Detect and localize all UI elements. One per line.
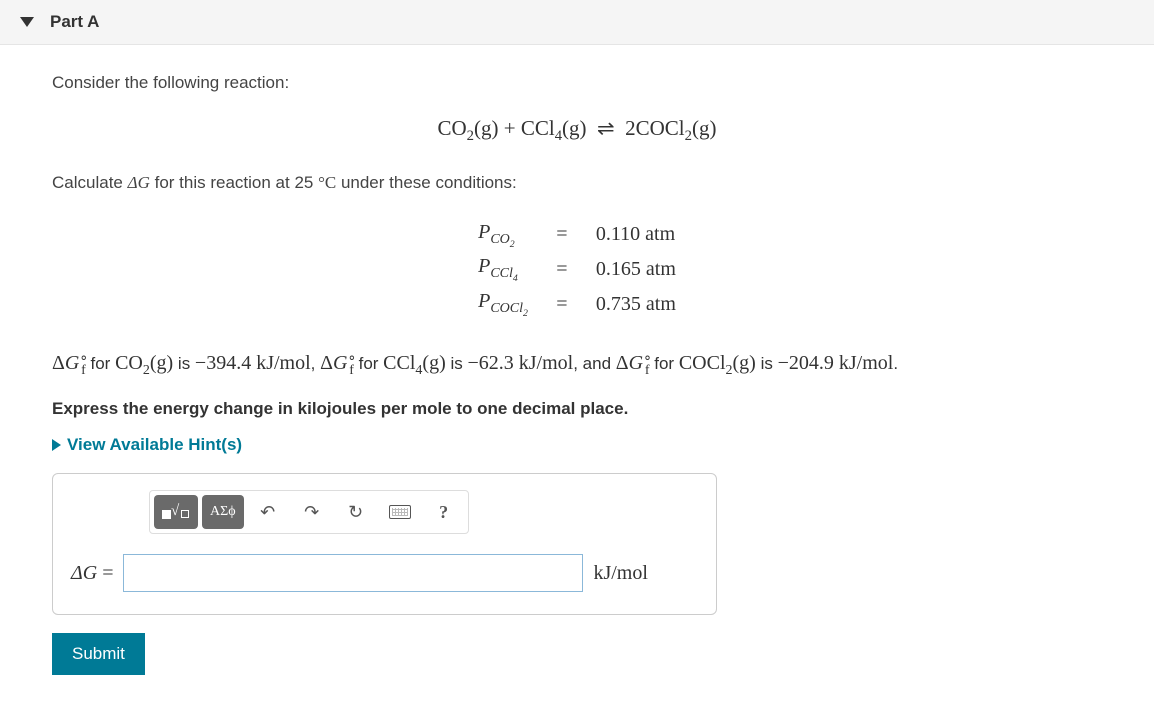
calc-line: Calculate ΔG for this reaction at 25 °C … <box>52 169 1102 196</box>
submit-button[interactable]: Submit <box>52 633 145 675</box>
answer-label: ΔG = <box>71 562 113 585</box>
gibbs-v3: −204.9 kJ/mol <box>778 352 894 374</box>
t: is <box>756 354 778 373</box>
answer-box: √ ΑΣϕ ↶ ↷ ↻ ? ΔG = kJ/mol <box>52 473 717 615</box>
keyboard-button[interactable] <box>380 495 420 529</box>
calc-mid: for this reaction at 25 <box>150 173 318 192</box>
intro-text: Consider the following reaction: <box>52 69 1102 96</box>
answer-input[interactable] <box>123 554 583 592</box>
condition-symbol: PCOCl2 <box>466 288 540 321</box>
table-row: PCOCl2 = 0.735 atm <box>466 288 688 321</box>
help-button[interactable]: ? <box>424 495 464 529</box>
t: for <box>86 354 115 373</box>
keyboard-icon <box>389 505 411 519</box>
template-icon: √ <box>162 503 190 521</box>
condition-value: 0.110 atm <box>584 219 688 252</box>
chevron-right-icon <box>52 439 61 451</box>
redo-button[interactable]: ↷ <box>292 495 332 529</box>
calc-prefix: Calculate <box>52 173 128 192</box>
calc-suffix: under these conditions: <box>336 173 517 192</box>
part-title: Part A <box>50 12 99 32</box>
t: , <box>311 354 320 373</box>
condition-symbol: PCCl4 <box>466 253 540 286</box>
condition-symbol: PCO2 <box>466 219 540 252</box>
t: is <box>446 354 468 373</box>
undo-button[interactable]: ↶ <box>248 495 288 529</box>
t: for <box>354 354 383 373</box>
answer-row: ΔG = kJ/mol <box>71 554 698 592</box>
part-header[interactable]: Part A <box>0 0 1154 45</box>
t: is <box>173 354 195 373</box>
equals: = <box>542 219 582 252</box>
content: Consider the following reaction: CO2(g) … <box>0 45 1154 695</box>
hints-label: View Available Hint(s) <box>67 435 242 455</box>
gibbs-values: ΔG∘f for CO2(g) is −394.4 kJ/mol, ΔG∘f f… <box>52 345 1102 383</box>
reset-button[interactable]: ↻ <box>336 495 376 529</box>
templates-button[interactable]: √ <box>154 495 198 529</box>
table-row: PCO2 = 0.110 atm <box>466 219 688 252</box>
equals: = <box>542 288 582 321</box>
gibbs-v2: −62.3 kJ/mol <box>467 352 573 374</box>
view-hints-link[interactable]: View Available Hint(s) <box>52 435 1102 455</box>
collapse-icon <box>20 17 34 27</box>
table-row: PCCl4 = 0.165 atm <box>466 253 688 286</box>
delta-g-symbol: ΔG <box>128 173 150 192</box>
answer-unit: kJ/mol <box>593 562 647 585</box>
condition-value: 0.165 atm <box>584 253 688 286</box>
formula-toolbar: √ ΑΣϕ ↶ ↷ ↻ ? <box>149 490 469 534</box>
conditions-table: PCO2 = 0.110 atm PCCl4 = 0.165 atm PCOCl… <box>464 217 690 323</box>
t: . <box>893 354 898 373</box>
instruction: Express the energy change in kilojoules … <box>52 399 1102 419</box>
reaction-equation: CO2(g) + CCl4(g) ⇌ 2COCl2(g) <box>52 116 1102 145</box>
equals: = <box>542 253 582 286</box>
condition-value: 0.735 atm <box>584 288 688 321</box>
deg-c: °C <box>318 173 336 192</box>
gibbs-v1: −394.4 kJ/mol <box>195 352 311 374</box>
t: for <box>650 354 679 373</box>
greek-button[interactable]: ΑΣϕ <box>202 495 244 529</box>
t: , and <box>573 354 616 373</box>
